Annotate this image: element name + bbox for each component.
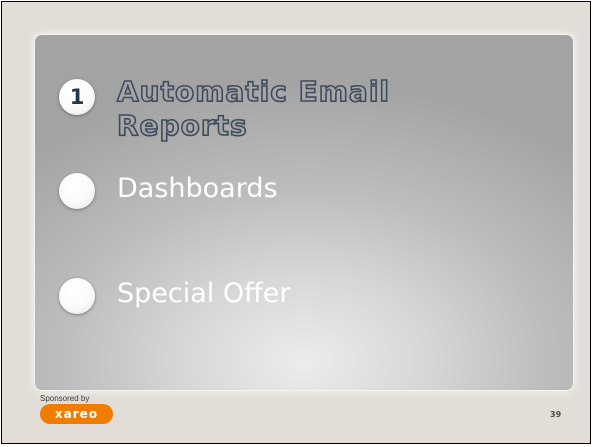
sponsored-by-label: Sponsored by [40,394,90,403]
bullet-circle [59,278,95,314]
agenda-item-label-line1: Automatic Email [116,74,391,109]
agenda-item-label: Automatic Email Reports [116,74,391,143]
agenda-item-label: Special Offer [117,278,291,309]
bullet-circle [59,173,95,209]
kareo-logo: xareo [40,404,113,424]
bullet-number-1: 1 [59,79,95,115]
slide: 1 Automatic Email Reports Dashboards Spe… [1,1,591,444]
agenda-item-label: Dashboards [117,173,278,204]
content-panel: 1 Automatic Email Reports Dashboards Spe… [35,35,573,390]
agenda-item-label-line2: Reports [116,108,248,143]
page-number: 39 [550,410,562,419]
